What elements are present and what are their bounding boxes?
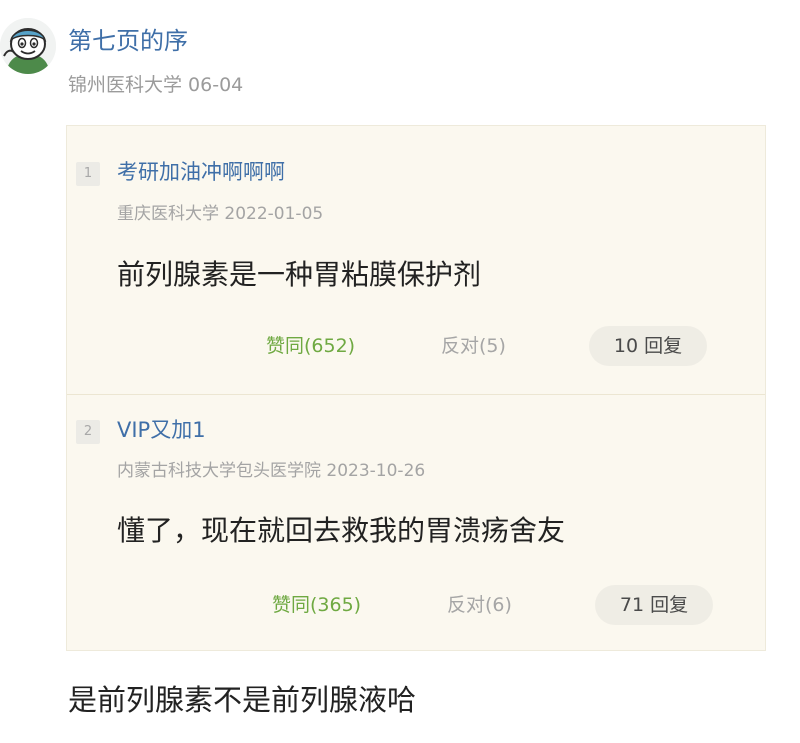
quote-item: 1 考研加油冲啊啊啊 重庆医科大学 2022-01-05 前列腺素是一种胃粘膜保…	[67, 126, 765, 394]
quote-item: 2 VIP又加1 内蒙古科技大学包头医学院 2023-10-26 懂了，现在就回…	[67, 395, 765, 652]
author-school-date: 锦州医科大学 06-04	[68, 74, 244, 96]
quote-username[interactable]: VIP又加1	[117, 416, 206, 444]
quote-username[interactable]: 考研加油冲啊啊啊	[117, 158, 285, 186]
quote-content: 前列腺素是一种胃粘膜保护剂	[117, 258, 482, 291]
author-name[interactable]: 第七页的序	[68, 26, 188, 56]
quoted-comments: 1 考研加油冲啊啊啊 重庆医科大学 2022-01-05 前列腺素是一种胃粘膜保…	[66, 125, 766, 651]
quote-meta: 内蒙古科技大学包头医学院 2023-10-26	[117, 461, 426, 481]
quote-meta: 重庆医科大学 2022-01-05	[117, 204, 324, 224]
disagree-button[interactable]: 反对(5)	[441, 333, 506, 359]
avatar[interactable]	[0, 18, 56, 74]
post-text: 是前列腺素不是前列腺液哈	[68, 683, 417, 717]
reply-count-button[interactable]: 71 回复	[595, 585, 713, 625]
quote-index: 1	[76, 162, 100, 186]
agree-button[interactable]: 赞同(365)	[272, 592, 361, 618]
quote-content: 懂了，现在就回去救我的胃溃疡舍友	[117, 514, 566, 547]
reply-count-button[interactable]: 10 回复	[589, 326, 707, 366]
disagree-button[interactable]: 反对(6)	[447, 592, 512, 618]
agree-button[interactable]: 赞同(652)	[266, 333, 355, 359]
quote-index: 2	[76, 420, 100, 444]
cartoon-avatar-icon	[0, 18, 56, 74]
